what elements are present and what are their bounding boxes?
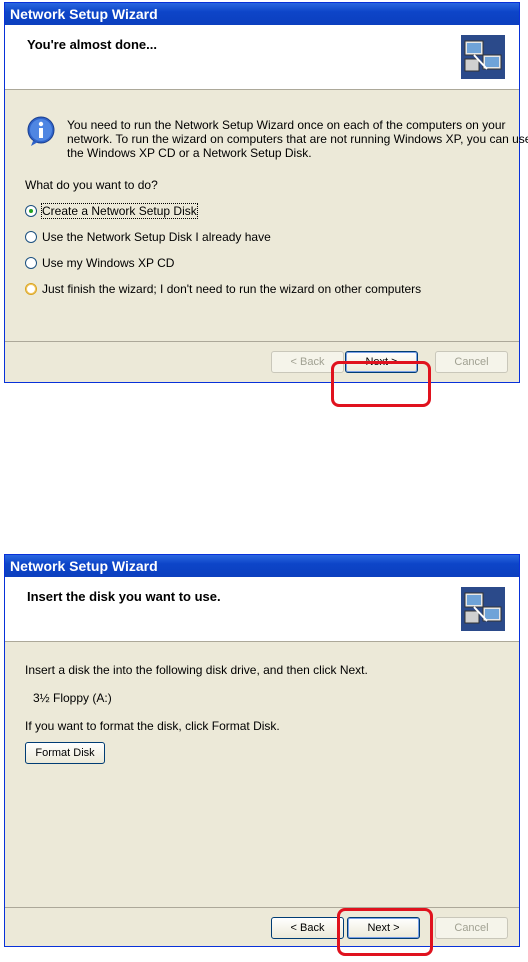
question-label: What do you want to do?: [25, 178, 158, 192]
info-icon: [27, 116, 55, 146]
next-button-highlight: [337, 908, 433, 956]
wizard-header: You're almost done...: [5, 25, 519, 90]
drive-label: 3½ Floppy (A:): [33, 691, 112, 705]
footer-divider: [5, 907, 519, 908]
back-button[interactable]: < Back: [271, 917, 344, 939]
window-title: Network Setup Wizard: [5, 3, 519, 25]
network-computers-icon: [461, 35, 505, 79]
radio-button[interactable]: [25, 283, 37, 295]
option-label: Create a Network Setup Disk: [41, 203, 198, 219]
format-hint-text: If you want to format the disk, click Fo…: [25, 719, 280, 733]
network-setup-wizard-dialog-2: Network Setup Wizard Insert the disk you…: [4, 554, 520, 947]
format-disk-button[interactable]: Format Disk: [25, 742, 105, 764]
wizard-body: You need to run the Network Setup Wizard…: [25, 115, 528, 315]
instruction-text: Insert a disk the into the following dis…: [25, 663, 368, 677]
network-setup-wizard-dialog-1: Network Setup Wizard You're almost done.…: [4, 2, 528, 383]
page-title: You're almost done...: [27, 37, 157, 52]
info-text-line-1: You need to run the Network Setup Wizard…: [67, 118, 506, 132]
wizard-body: Insert a disk the into the following dis…: [25, 663, 499, 863]
network-computers-icon: [461, 587, 505, 631]
next-button-highlight: [331, 361, 431, 407]
radio-button[interactable]: [25, 257, 37, 269]
footer-divider: [5, 341, 519, 342]
page-title: Insert the disk you want to use.: [27, 589, 221, 604]
cancel-button[interactable]: Cancel: [435, 351, 508, 373]
cancel-button[interactable]: Cancel: [435, 917, 508, 939]
option-label: Use the Network Setup Disk I already hav…: [42, 230, 271, 244]
radio-button[interactable]: [25, 231, 37, 243]
wizard-header: Insert the disk you want to use.: [5, 577, 519, 642]
info-text-line-3: the Windows XP CD or a Network Setup Dis…: [67, 146, 312, 160]
option-label: Just finish the wizard; I don't need to …: [42, 282, 422, 296]
radio-button-selected[interactable]: [25, 205, 37, 217]
option-label: Use my Windows XP CD: [42, 256, 175, 270]
window-title: Network Setup Wizard: [5, 555, 519, 577]
info-text-line-2: network. To run the wizard on computers …: [67, 132, 528, 146]
